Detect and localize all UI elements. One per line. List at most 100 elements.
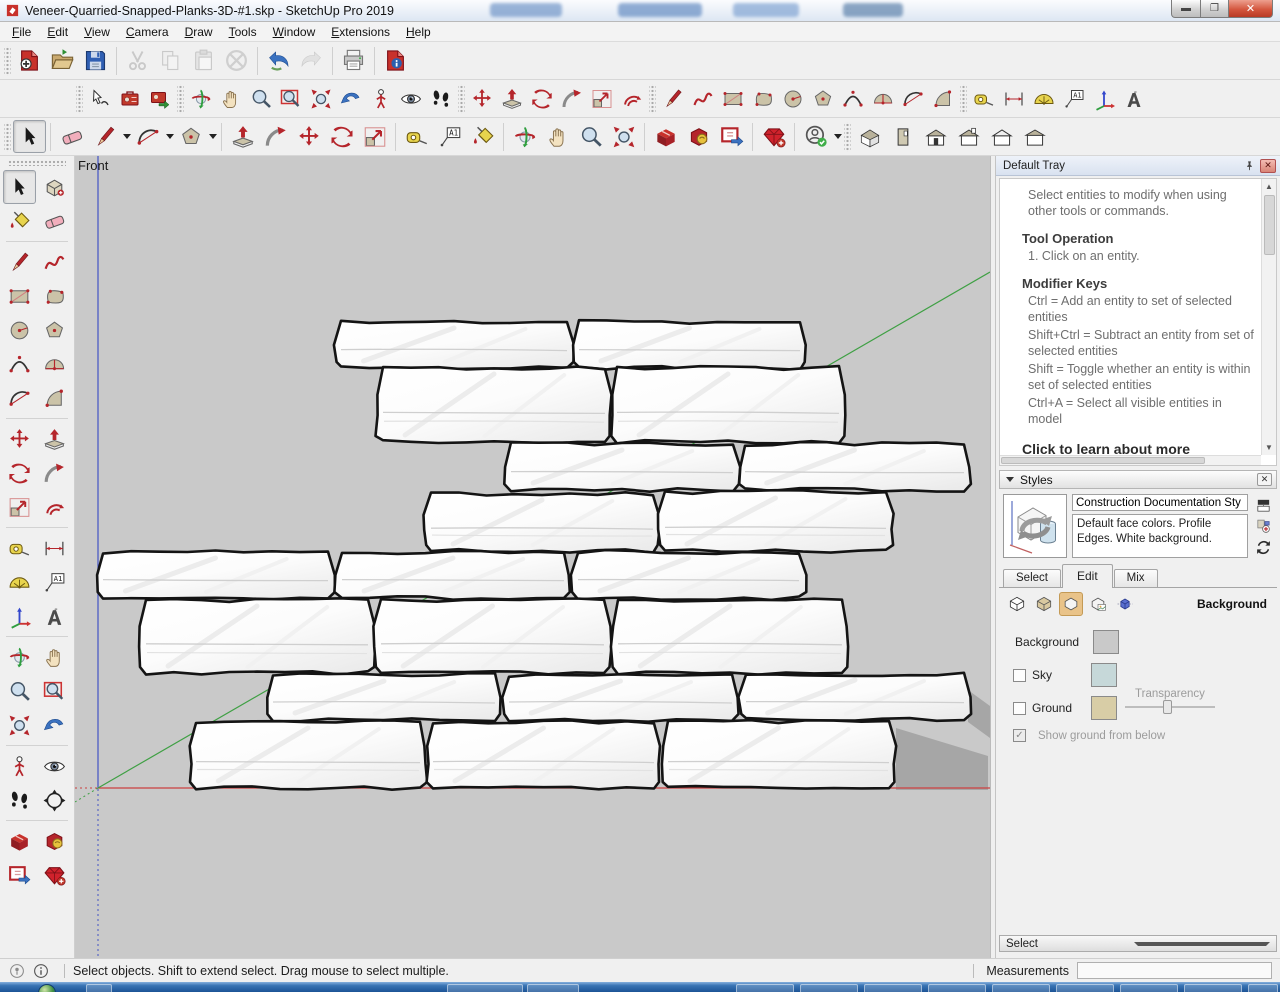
menu-tools[interactable]: Tools [221, 23, 265, 41]
plank[interactable] [332, 319, 576, 371]
toolbar-grip[interactable] [4, 121, 11, 152]
taskbar-app-button[interactable] [1120, 984, 1178, 992]
start-button[interactable] [38, 984, 56, 992]
orbit-tool-button[interactable] [508, 120, 541, 153]
text-tool-button[interactable]: A1 [433, 120, 466, 153]
plank[interactable] [610, 364, 847, 445]
scroll-up-icon[interactable]: ▲ [1262, 179, 1276, 194]
collapsed-select-tray[interactable]: Select [999, 935, 1277, 952]
save-file-button[interactable] [79, 44, 112, 77]
style-thumbnail[interactable] [1003, 494, 1067, 558]
ruby-console-button[interactable] [757, 120, 790, 153]
offset-tool-button[interactable] [38, 490, 71, 524]
taskbar-app-button[interactable] [928, 984, 986, 992]
scroll-down-icon[interactable]: ▼ [1262, 440, 1276, 455]
view-front-button[interactable] [919, 120, 952, 153]
viewport[interactable]: Front [75, 156, 990, 958]
move-tool-button[interactable] [292, 120, 325, 153]
modeling-settings-icon[interactable] [1113, 592, 1137, 616]
zoom-extents-tool-button[interactable] [3, 708, 36, 742]
plugin-export-button[interactable] [145, 84, 175, 114]
pan-tool-button[interactable] [38, 640, 71, 674]
previous-view-button[interactable] [38, 708, 71, 742]
orbit-tool-button[interactable] [186, 84, 216, 114]
pan-tool-button[interactable] [541, 120, 574, 153]
sign-in-dropdown-caret[interactable] [834, 134, 842, 139]
ground-color-swatch[interactable] [1091, 696, 1117, 720]
zoom-tool-button[interactable] [3, 674, 36, 708]
style-name-input[interactable] [1072, 494, 1248, 511]
scale-tool-button[interactable] [3, 490, 36, 524]
rotate-tool-button[interactable] [325, 120, 358, 153]
tape-measure-tool-button[interactable] [3, 531, 36, 565]
rotate-tool-button[interactable] [527, 84, 557, 114]
plank[interactable] [737, 440, 973, 493]
3d-text-tool-button[interactable] [1119, 84, 1149, 114]
taskbar-app-button[interactable] [447, 984, 523, 992]
select-tool-button[interactable] [3, 170, 36, 204]
taskbar-app-button[interactable] [527, 984, 579, 992]
toolbar-grip[interactable] [844, 121, 851, 152]
taskbar-app-button[interactable] [992, 984, 1050, 992]
zoom-tool-button[interactable] [246, 84, 276, 114]
taskbar-app-button[interactable] [1184, 984, 1242, 992]
geolocation-icon[interactable] [8, 962, 26, 980]
extension-warehouse-button[interactable] [682, 120, 715, 153]
instructor-vertical-scrollbar[interactable]: ▲ ▼ [1261, 179, 1276, 455]
walk-tool-button[interactable] [426, 84, 456, 114]
plank[interactable] [266, 671, 502, 723]
taskbar-app-button[interactable] [86, 984, 112, 992]
view-iso-button[interactable] [853, 120, 886, 153]
three-point-arc-tool-button[interactable] [928, 84, 958, 114]
text-tool-button[interactable]: A1 [1059, 84, 1089, 114]
toolbar-grip[interactable] [960, 83, 967, 114]
update-style-button[interactable] [1253, 537, 1273, 557]
watermark-settings-icon[interactable] [1086, 592, 1110, 616]
menu-extensions[interactable]: Extensions [323, 23, 398, 41]
tab-edit[interactable]: Edit [1061, 564, 1113, 588]
plank[interactable] [656, 488, 895, 554]
line-tool-button[interactable] [3, 245, 36, 279]
pie-tool-button[interactable] [38, 347, 71, 381]
undo-button[interactable] [262, 44, 295, 77]
look-around-tool-button[interactable] [396, 84, 426, 114]
two-point-arc-tool-button[interactable] [898, 84, 928, 114]
circle-tool-button[interactable] [778, 84, 808, 114]
rotated-rectangle-tool-button[interactable] [38, 279, 71, 313]
walk-tool-button[interactable] [3, 783, 36, 817]
menu-camera[interactable]: Camera [118, 23, 177, 41]
follow-me-tool-button[interactable] [557, 84, 587, 114]
plank[interactable] [374, 365, 613, 445]
face-settings-icon[interactable] [1032, 592, 1056, 616]
line-tool-button[interactable] [658, 84, 688, 114]
taskbar-app-button[interactable] [864, 984, 922, 992]
plugin-pointer-button[interactable] [85, 84, 115, 114]
toolbar-grip[interactable] [458, 83, 465, 114]
taskbar-app-button[interactable] [1248, 984, 1278, 992]
rotated-rectangle-tool-button[interactable] [748, 84, 778, 114]
3d-warehouse-button[interactable] [649, 120, 682, 153]
display-secondary-pane-button[interactable] [1253, 495, 1273, 515]
share-model-button[interactable] [715, 120, 748, 153]
extension-warehouse-button[interactable] [38, 824, 71, 858]
polygon-tool-button[interactable] [808, 84, 838, 114]
plank[interactable] [737, 671, 973, 723]
ground-checkbox[interactable] [1013, 701, 1026, 715]
menu-view[interactable]: View [76, 23, 118, 41]
protractor-tool-button[interactable] [1029, 84, 1059, 114]
open-file-button[interactable] [46, 44, 79, 77]
taskbar-app-button[interactable] [1056, 984, 1114, 992]
rectangle-tool-button[interactable] [718, 84, 748, 114]
menu-help[interactable]: Help [398, 23, 439, 41]
restore-button[interactable]: ❐ [1201, 0, 1229, 18]
plank[interactable] [425, 719, 662, 791]
arc-tool-button[interactable] [3, 347, 36, 381]
plank[interactable] [95, 549, 337, 601]
background-color-swatch[interactable] [1093, 630, 1119, 654]
move-tool-button[interactable] [3, 422, 36, 456]
arc-tool-button[interactable] [838, 84, 868, 114]
view-right-button[interactable] [952, 120, 985, 153]
dimension-tool-button[interactable] [999, 84, 1029, 114]
line-tool-dropdown-caret[interactable] [123, 134, 131, 139]
plank[interactable] [333, 549, 572, 601]
